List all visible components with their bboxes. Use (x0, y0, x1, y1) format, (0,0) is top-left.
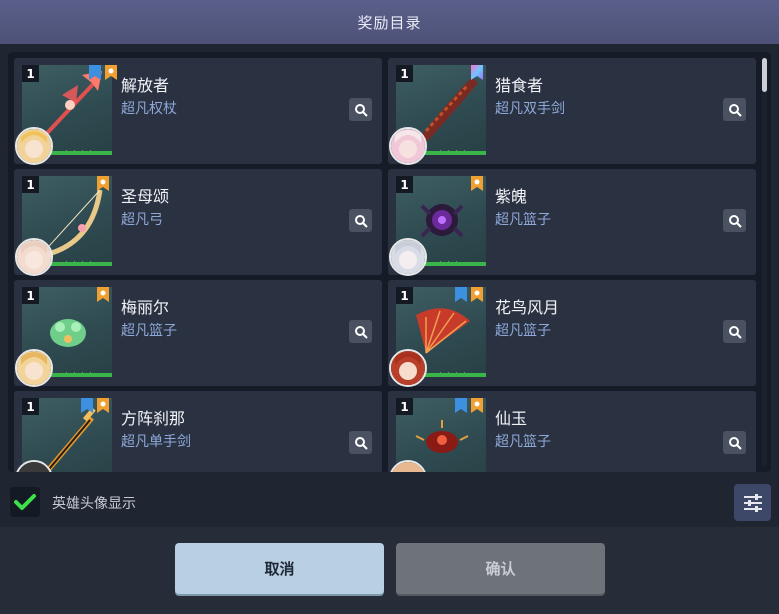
star-rating: ★★★★ (436, 371, 469, 377)
orange-tag-icon (470, 287, 484, 303)
orange-tag-icon (470, 176, 484, 192)
reward-card[interactable]: ★★★★ 1 解放者 超凡权杖 (14, 58, 382, 165)
item-name: 梅丽尔 (121, 298, 170, 317)
item-count: 1 (22, 398, 39, 415)
item-count: 1 (22, 65, 39, 82)
magnifier-icon (354, 436, 368, 450)
item-count: 1 (396, 65, 413, 82)
hero-avatar (15, 349, 53, 387)
hero-avatar (15, 238, 53, 276)
magnifier-icon (728, 214, 742, 228)
orange-tag-icon (96, 287, 110, 303)
item-count: 1 (22, 176, 39, 193)
reward-card[interactable]: 1 方阵刹那 超凡单手剑 (14, 391, 382, 472)
show-hero-avatar-checkbox[interactable] (10, 487, 40, 517)
blue-tag-icon (454, 287, 468, 303)
item-count: 1 (396, 176, 413, 193)
rainbow-tag-icon (470, 65, 484, 81)
item-name: 方阵刹那 (121, 409, 186, 428)
badge-group (470, 176, 484, 192)
filter-settings-button[interactable] (734, 484, 771, 521)
item-name: 解放者 (121, 76, 170, 95)
star-rating: ★★★ (436, 260, 461, 266)
confirm-button[interactable]: 确认 (396, 543, 605, 594)
checkmark-icon (14, 494, 36, 510)
item-type: 超凡弓 (121, 212, 163, 228)
sliders-icon (743, 493, 762, 512)
dialog-footer: 取消 确认 (0, 527, 779, 614)
reward-grid: ★★★★ 1 解放者 超凡权杖 ★★★★ 1 猎食者 超凡双手剑 ★★★★ 1 … (14, 58, 756, 472)
item-type: 超凡双手剑 (495, 101, 565, 117)
item-type: 超凡篮子 (495, 323, 551, 339)
item-type: 超凡篮子 (121, 323, 177, 339)
badge-group (88, 65, 118, 81)
badge-group (454, 287, 484, 303)
magnifier-icon (354, 214, 368, 228)
scrollbar-thumb[interactable] (762, 58, 767, 92)
badge-group (470, 65, 484, 81)
item-count: 1 (396, 287, 413, 304)
inspect-button[interactable] (349, 98, 372, 121)
reward-card[interactable]: ★★★ 1 紫魄 超凡篮子 (388, 169, 756, 276)
item-count: 1 (22, 287, 39, 304)
item-count: 1 (396, 398, 413, 415)
magnifier-icon (354, 103, 368, 117)
item-type: 超凡单手剑 (121, 434, 191, 450)
item-name: 圣母颂 (121, 187, 170, 206)
hero-avatar (389, 349, 427, 387)
orange-tag-icon (470, 398, 484, 414)
reward-card[interactable]: ★★★★ 1 猎食者 超凡双手剑 (388, 58, 756, 165)
hero-avatar (389, 127, 427, 165)
reward-card[interactable]: ★★★★ 1 梅丽尔 超凡篮子 (14, 280, 382, 387)
orange-tag-icon (96, 398, 110, 414)
inspect-button[interactable] (723, 209, 746, 232)
item-name: 紫魄 (495, 187, 528, 206)
blue-tag-icon (454, 398, 468, 414)
reward-list-panel[interactable]: ★★★★ 1 解放者 超凡权杖 ★★★★ 1 猎食者 超凡双手剑 ★★★★ 1 … (8, 52, 771, 472)
inspect-button[interactable] (723, 320, 746, 343)
orange-tag-icon (104, 65, 118, 81)
badge-group (80, 398, 110, 414)
blue-tag-icon (88, 65, 102, 81)
badge-group (96, 176, 110, 192)
hero-avatar (15, 127, 53, 165)
options-bar: 英雄头像显示 (0, 478, 779, 526)
show-hero-avatar-label[interactable]: 英雄头像显示 (52, 493, 136, 513)
magnifier-icon (728, 103, 742, 117)
star-rating: ★★★★ (436, 149, 469, 155)
item-name: 仙玉 (495, 409, 528, 428)
magnifier-icon (728, 325, 742, 339)
star-rating: ★★★★ (62, 149, 95, 155)
item-name: 花鸟风月 (495, 298, 560, 317)
scrollbar[interactable] (762, 58, 767, 466)
star-rating: ★★★★ (62, 260, 95, 266)
inspect-button[interactable] (723, 431, 746, 454)
item-type: 超凡权杖 (121, 101, 177, 117)
inspect-button[interactable] (349, 320, 372, 343)
item-type: 超凡篮子 (495, 212, 551, 228)
cancel-button[interactable]: 取消 (175, 543, 384, 594)
reward-card[interactable]: ★★★★ 1 花鸟风月 超凡篮子 (388, 280, 756, 387)
reward-card[interactable]: 1 仙玉 超凡篮子 (388, 391, 756, 472)
reward-card[interactable]: ★★★★ 1 圣母颂 超凡弓 (14, 169, 382, 276)
magnifier-icon (354, 325, 368, 339)
dialog-title-bar: 奖励目录 (0, 0, 779, 44)
inspect-button[interactable] (349, 431, 372, 454)
badge-group (454, 398, 484, 414)
item-name: 猎食者 (495, 76, 544, 95)
item-type: 超凡篮子 (495, 434, 551, 450)
blue-tag-icon (80, 398, 94, 414)
inspect-button[interactable] (349, 209, 372, 232)
magnifier-icon (728, 436, 742, 450)
orange-tag-icon (96, 176, 110, 192)
inspect-button[interactable] (723, 98, 746, 121)
badge-group (96, 287, 110, 303)
star-rating: ★★★★ (62, 371, 95, 377)
hero-avatar (389, 238, 427, 276)
dialog-title: 奖励目录 (357, 13, 422, 32)
